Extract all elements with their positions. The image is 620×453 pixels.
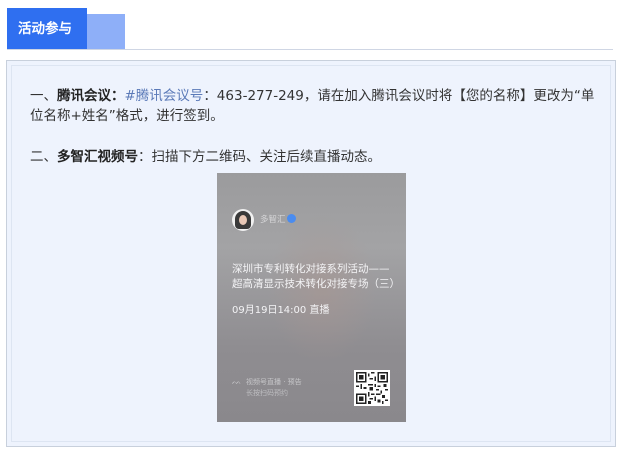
item-number: 二、 [30, 149, 57, 165]
footer-label: 视频号直播 · 预告 [246, 378, 302, 386]
channels-instruction: 二、多智汇视频号：扫描下方二维码、关注后续直播动态。 [30, 147, 602, 167]
livestream-time: 09月19日14:00 直播 [232, 305, 330, 316]
divider [7, 49, 613, 50]
item-number: 一、 [30, 88, 57, 104]
channels-icon: ᨓ [232, 377, 242, 386]
livestream-poster[interactable]: 多智汇 深圳市专利转化对接系列活动——超高清显示技术转化对接专场（三） 09月1… [217, 173, 406, 422]
qr-code-icon[interactable] [354, 370, 390, 406]
section-title-tab: 活动参与 [7, 8, 87, 50]
tencent-meeting-instruction: 一、腾讯会议：#腾讯会议号：463-277-249，请在加入腾讯会议时将【您的名… [30, 86, 602, 126]
account-name: 多智汇 [260, 215, 286, 225]
item-title: 腾讯会议： [57, 88, 125, 104]
avatar [232, 209, 254, 231]
activity-content-panel: 一、腾讯会议：#腾讯会议号：463-277-249，请在加入腾讯会议时将【您的名… [6, 60, 616, 447]
footer-hint: 长按扫码预约 [246, 389, 288, 397]
verified-badge-icon [287, 214, 296, 223]
item-title: 多智汇视频号 [57, 149, 138, 165]
poster-title: 深圳市专利转化对接系列活动——超高清显示技术转化对接专场（三） [232, 263, 400, 290]
channels-text: ：扫描下方二维码、关注后续直播动态。 [138, 149, 381, 165]
section-header: 活动参与 [7, 8, 125, 50]
meeting-id-label: #腾讯会议号 [124, 88, 204, 104]
